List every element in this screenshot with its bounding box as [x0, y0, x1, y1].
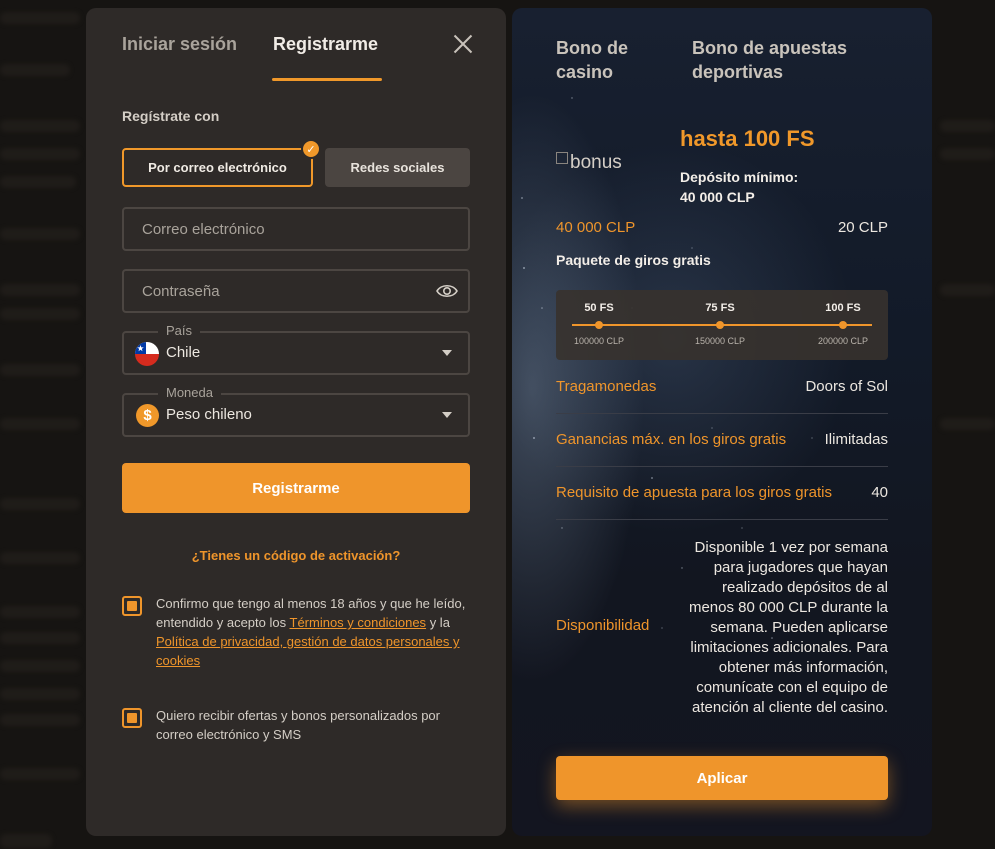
marketing-consent: Quiero recibir ofertas y bonos personali…: [156, 708, 440, 742]
package-clp: 200000 CLP: [817, 336, 869, 346]
min-deposit: Depósito mínimo: 40 000 CLP: [680, 167, 798, 207]
bonus-image-alt: bonus: [570, 152, 622, 173]
package-clp: 150000 CLP: [694, 336, 746, 346]
deposit-amount-right: 20 CLP: [837, 219, 888, 236]
email-input[interactable]: [142, 209, 428, 249]
bonus-panel: Bono de casino Bono de apuestas deportiv…: [512, 8, 932, 836]
slot-label: Tragamonedas: [556, 378, 657, 395]
method-email-button[interactable]: Por correo electrónico: [122, 148, 313, 187]
tab-register[interactable]: Registrarme: [273, 34, 378, 55]
checkmark-icon: ✓: [301, 139, 321, 159]
bonus-title: hasta 100 FS: [680, 126, 815, 151]
package-fs: 100 FS: [825, 302, 861, 314]
tab-casino-bonus[interactable]: Bono de casino: [556, 36, 666, 84]
tab-login[interactable]: Iniciar sesión: [122, 34, 237, 55]
package-dot: [839, 321, 847, 329]
active-tab-indicator: [272, 78, 382, 81]
currency-label: Moneda: [158, 385, 221, 400]
chevron-down-icon: [442, 412, 452, 418]
currency-value: Peso chileno: [166, 406, 252, 423]
country-select[interactable]: País Chile: [122, 323, 470, 375]
package-clp: 100000 CLP: [573, 336, 625, 346]
consent-text: y la: [429, 615, 450, 630]
max-win-value: Ilimitadas: [824, 431, 888, 448]
age-terms-consent: Confirmo que tengo al menos 18 años y qu…: [156, 594, 474, 670]
country-value: Chile: [166, 344, 201, 361]
freespin-package-timeline: 50 FS 75 FS 100 FS 100000 CLP 150000 CLP…: [556, 290, 888, 360]
chile-flag-icon: [135, 342, 159, 366]
slot-value: Doors of Sol: [805, 378, 888, 395]
registration-panel: Iniciar sesión Registrarme Regístrate co…: [86, 8, 506, 836]
chevron-down-icon: [442, 350, 452, 356]
register-with-label: Regístrate con: [122, 108, 220, 124]
country-label: País: [158, 323, 201, 338]
eye-icon[interactable]: [436, 282, 458, 300]
freespin-package-label: Paquete de giros gratis: [556, 252, 711, 268]
tab-sports-bonus[interactable]: Bono de apuestas deportivas: [692, 36, 892, 84]
min-deposit-label: Depósito mínimo:: [680, 169, 799, 185]
close-icon[interactable]: [450, 32, 476, 58]
broken-image-icon: [556, 152, 568, 164]
terms-link[interactable]: Términos y condiciones: [290, 615, 427, 630]
row-divider: [556, 519, 888, 520]
package-fs: 75 FS: [705, 302, 735, 314]
row-divider: [556, 413, 888, 414]
privacy-link[interactable]: Política de privacidad, gestión de datos…: [156, 634, 460, 668]
wager-value: 40: [871, 484, 888, 501]
package-dot: [595, 321, 603, 329]
min-deposit-value: 40 000 CLP: [680, 189, 755, 205]
apply-button[interactable]: Aplicar: [556, 756, 888, 800]
coin-icon: $: [136, 404, 159, 427]
password-input[interactable]: [142, 271, 428, 311]
availability-label: Disponibilidad: [556, 617, 650, 634]
package-fs: 50 FS: [584, 302, 614, 314]
method-social-button[interactable]: Redes sociales: [325, 148, 470, 187]
email-field: [122, 207, 470, 251]
package-dot: [716, 321, 724, 329]
activation-code-link[interactable]: ¿Tienes un código de activación?: [86, 548, 506, 563]
availability-text: Disponible 1 vez por semana para jugador…: [688, 539, 888, 716]
auth-tabs: Iniciar sesión Registrarme: [122, 34, 476, 92]
age-terms-checkbox[interactable]: [122, 596, 142, 616]
register-submit-button[interactable]: Registrarme: [122, 463, 470, 513]
marketing-checkbox[interactable]: [122, 708, 142, 728]
currency-select[interactable]: Moneda $ Peso chileno: [122, 385, 470, 437]
wager-label: Requisito de apuesta para los giros grat…: [556, 484, 832, 501]
max-win-label: Ganancias máx. en los giros gratis: [556, 431, 787, 448]
bonus-image: bonus: [556, 152, 622, 174]
deposit-amount-left: 40 000 CLP: [556, 219, 636, 236]
password-field: [122, 269, 470, 313]
row-divider: [556, 466, 888, 467]
